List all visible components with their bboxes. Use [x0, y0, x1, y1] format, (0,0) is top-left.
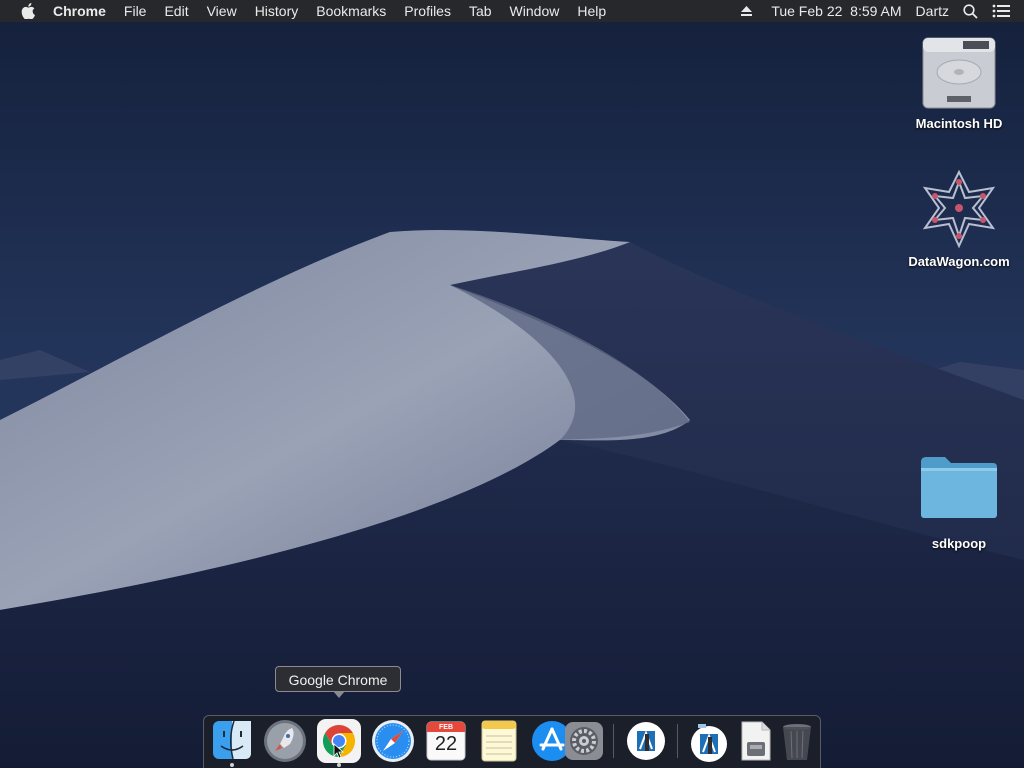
folder-icon [921, 457, 997, 518]
menu-profiles[interactable]: Profiles [395, 0, 460, 22]
system-preferences-icon [565, 722, 603, 760]
hard-drive-icon [922, 37, 996, 109]
menu-help[interactable]: Help [568, 0, 615, 22]
dock-separator [613, 724, 614, 758]
downloads-stack-icon [691, 724, 727, 762]
dock-separator [677, 724, 678, 758]
running-indicator [337, 763, 341, 767]
menu-app-name[interactable]: Chrome [53, 0, 115, 22]
desktop-icon-datawagon[interactable]: DataWagon.com [904, 168, 1014, 269]
network-volume-icon [922, 169, 996, 249]
notes-icon [481, 720, 517, 762]
desktop-icon-label: DataWagon.com [908, 254, 1010, 269]
desktop-icon-label: sdkpoop [931, 536, 987, 551]
menu-bookmarks[interactable]: Bookmarks [307, 0, 395, 22]
desktop-icon-sdkpoop[interactable]: sdkpoop [904, 454, 1014, 551]
spotlight-search-icon[interactable] [956, 3, 985, 19]
menu-view[interactable]: View [198, 0, 246, 22]
menu-bar: Chrome File Edit View History Bookmarks … [0, 0, 1024, 22]
menu-history[interactable]: History [246, 0, 308, 22]
instruments-icon [627, 722, 665, 760]
desktop[interactable]: Chrome File Edit View History Bookmarks … [0, 0, 1024, 768]
apple-icon[interactable] [17, 0, 39, 22]
menu-file[interactable]: File [115, 0, 156, 22]
launchpad-icon [264, 720, 306, 762]
menu-clock[interactable]: Tue Feb 22 8:59 AM [760, 0, 908, 22]
desktop-icon-macintosh-hd[interactable]: Macintosh HD [904, 32, 1014, 131]
eject-icon[interactable] [733, 5, 760, 17]
document-stack-icon [741, 721, 771, 761]
menu-window[interactable]: Window [501, 0, 569, 22]
dock-item-launchpad[interactable] [262, 718, 308, 764]
dock-item-notes[interactable] [476, 718, 522, 764]
wallpaper-mojave-dunes [0, 0, 1024, 768]
dock: FEB 22 [203, 715, 821, 768]
menu-tab[interactable]: Tab [460, 0, 501, 22]
dock-item-instruments[interactable] [623, 718, 669, 764]
dock-item-finder[interactable] [209, 718, 255, 764]
trash-icon [783, 724, 811, 760]
running-indicator [230, 763, 234, 767]
dock-item-safari[interactable] [370, 718, 416, 764]
dock-item-calendar[interactable]: FEB 22 [423, 718, 469, 764]
safari-icon [372, 720, 414, 762]
chrome-icon [317, 719, 361, 763]
calendar-day: 22 [434, 733, 458, 755]
menu-user[interactable]: Dartz [909, 0, 956, 22]
notification-center-icon[interactable] [985, 4, 1024, 18]
dock-item-trash[interactable] [774, 718, 820, 764]
calendar-month: FEB [439, 724, 453, 731]
dock-item-google-chrome[interactable] [316, 718, 362, 764]
dock-item-downloads-stack[interactable] [686, 718, 732, 764]
dock-item-system-preferences[interactable] [561, 718, 607, 764]
dock-item-document-stack[interactable] [732, 718, 778, 764]
menu-edit[interactable]: Edit [155, 0, 197, 22]
desktop-icon-label: Macintosh HD [915, 116, 1003, 131]
dock-tooltip: Google Chrome [275, 666, 401, 698]
finder-icon [213, 720, 251, 760]
